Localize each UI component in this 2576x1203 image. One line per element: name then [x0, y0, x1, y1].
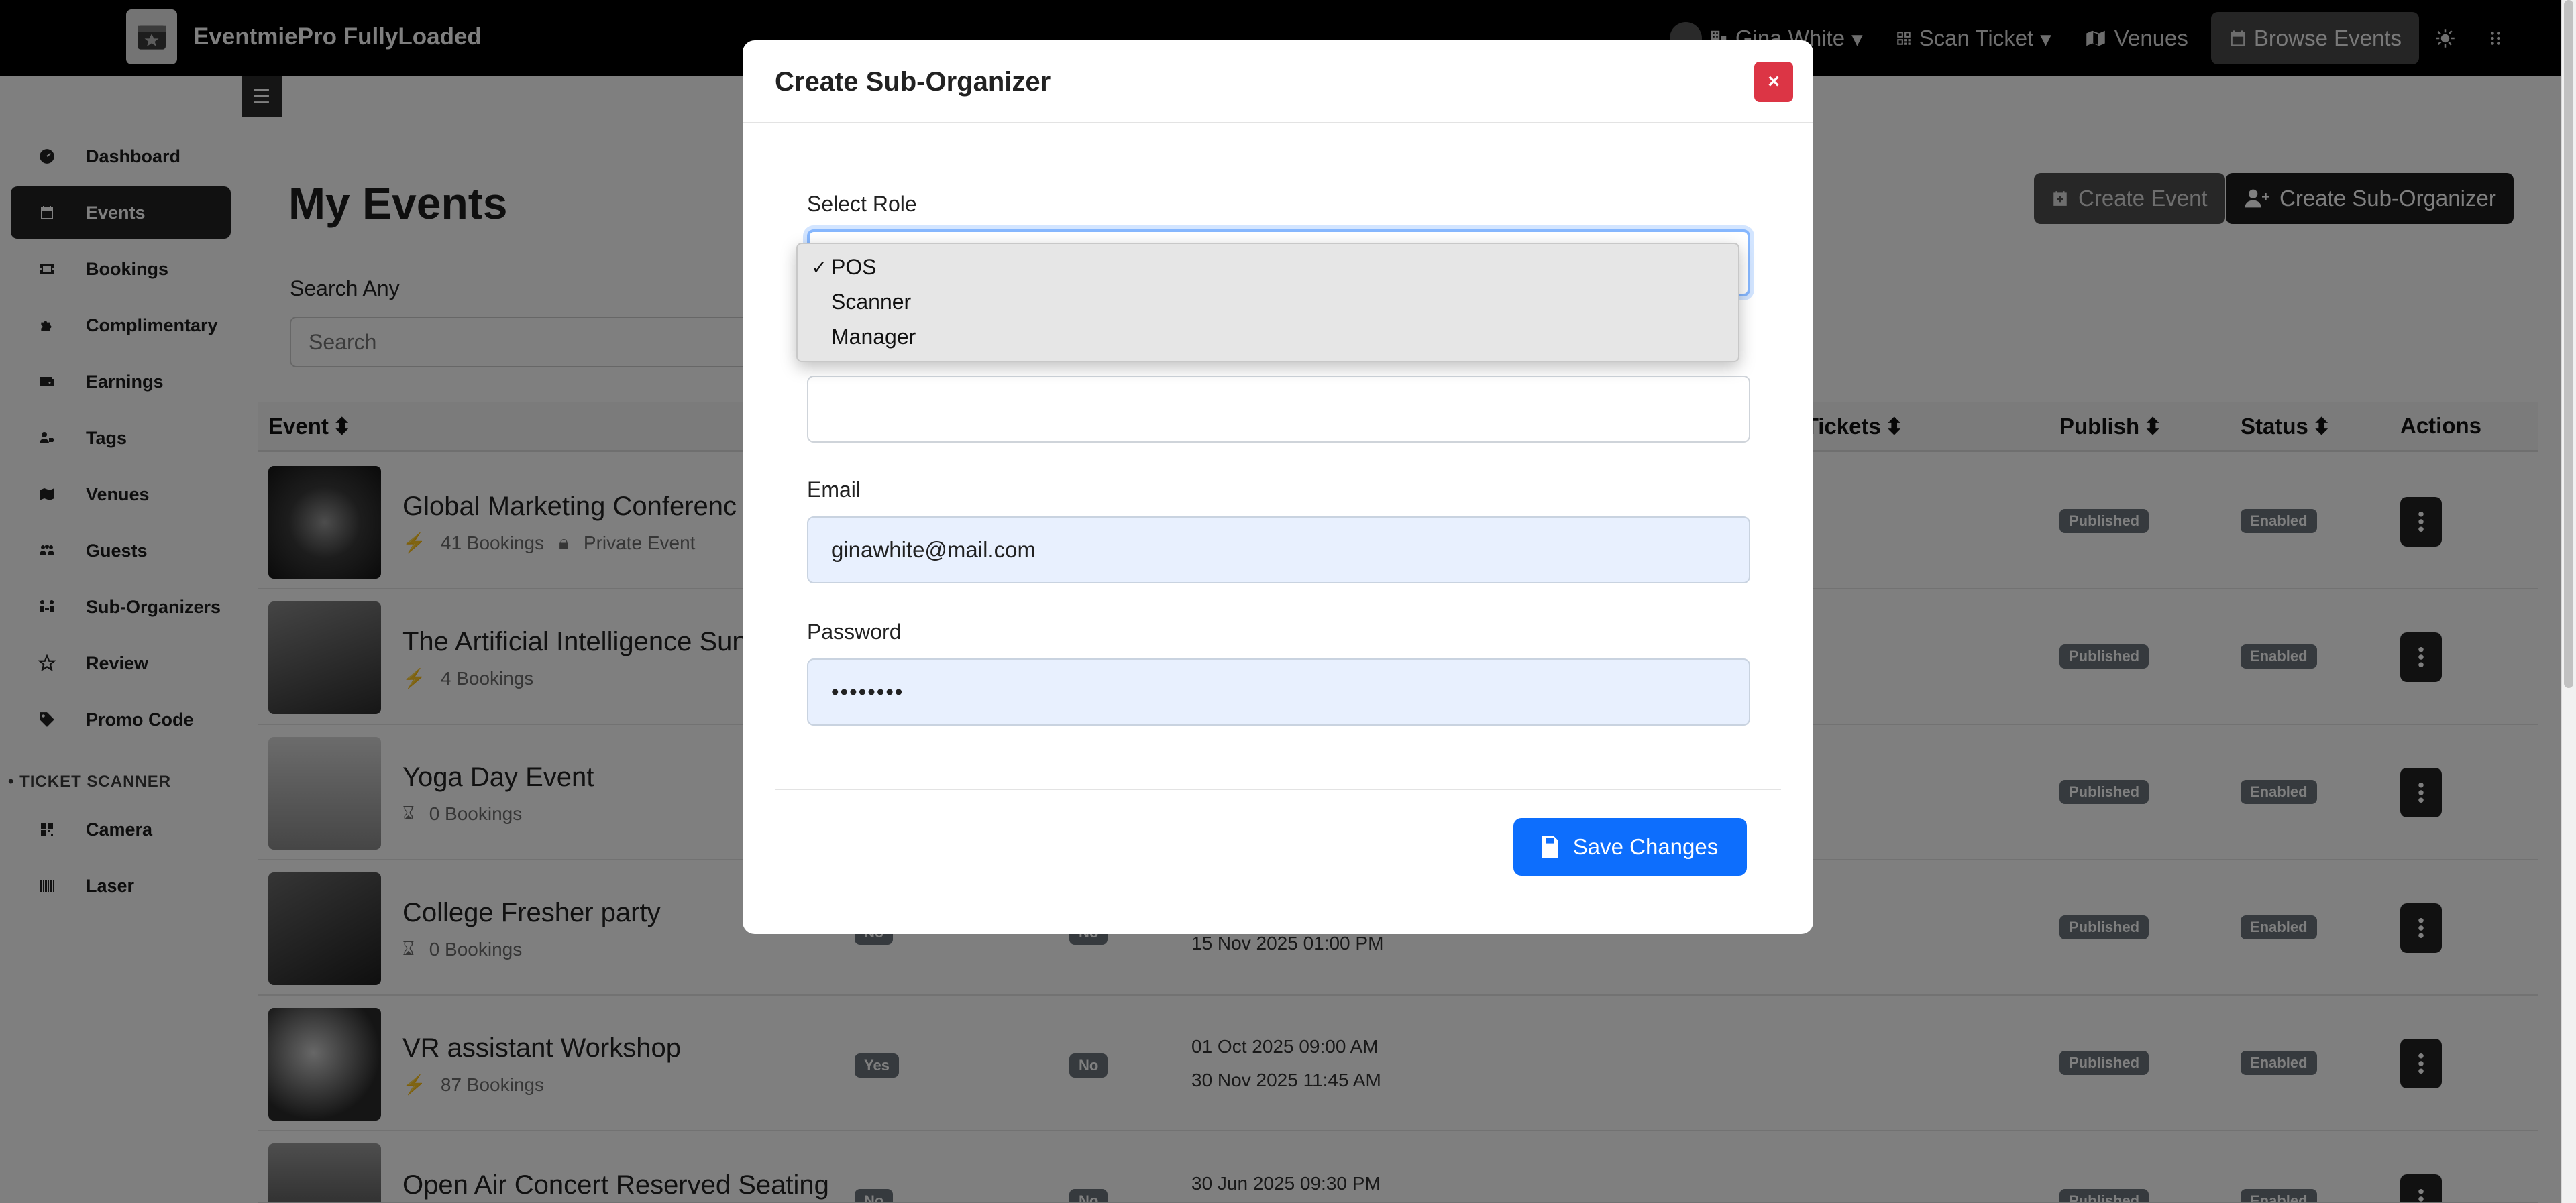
name-field[interactable] [807, 376, 1750, 443]
save-label: Save Changes [1572, 834, 1719, 859]
role-options-dropdown: ✓ POS Scanner Manager [796, 243, 1739, 362]
role-label: Select Role [807, 192, 917, 216]
option-label: Manager [831, 324, 916, 349]
password-field[interactable]: •••••••• [807, 658, 1750, 726]
modal-header: Create Sub-Organizer × [743, 40, 1813, 123]
option-label: POS [831, 254, 877, 279]
option-label: Scanner [831, 289, 912, 314]
close-button[interactable]: × [1754, 62, 1793, 102]
role-option-scanner[interactable]: Scanner [798, 284, 1738, 319]
role-option-manager[interactable]: Manager [798, 319, 1738, 354]
save-icon [1542, 836, 1558, 858]
password-label: Password [807, 620, 902, 644]
email-field[interactable]: ginawhite@mail.com [807, 516, 1750, 583]
close-icon: × [1768, 70, 1780, 93]
save-changes-button[interactable]: Save Changes [1513, 818, 1747, 876]
modal-title: Create Sub-Organizer [775, 67, 1051, 97]
scrollbar-thumb[interactable] [2564, 0, 2573, 688]
checkmark-icon: ✓ [811, 256, 827, 278]
create-sub-organizer-modal: Create Sub-Organizer × Select Role Email… [743, 40, 1813, 934]
modal-footer-divider [775, 789, 1781, 790]
email-label: Email [807, 477, 861, 502]
role-option-pos[interactable]: ✓ POS [798, 249, 1738, 284]
